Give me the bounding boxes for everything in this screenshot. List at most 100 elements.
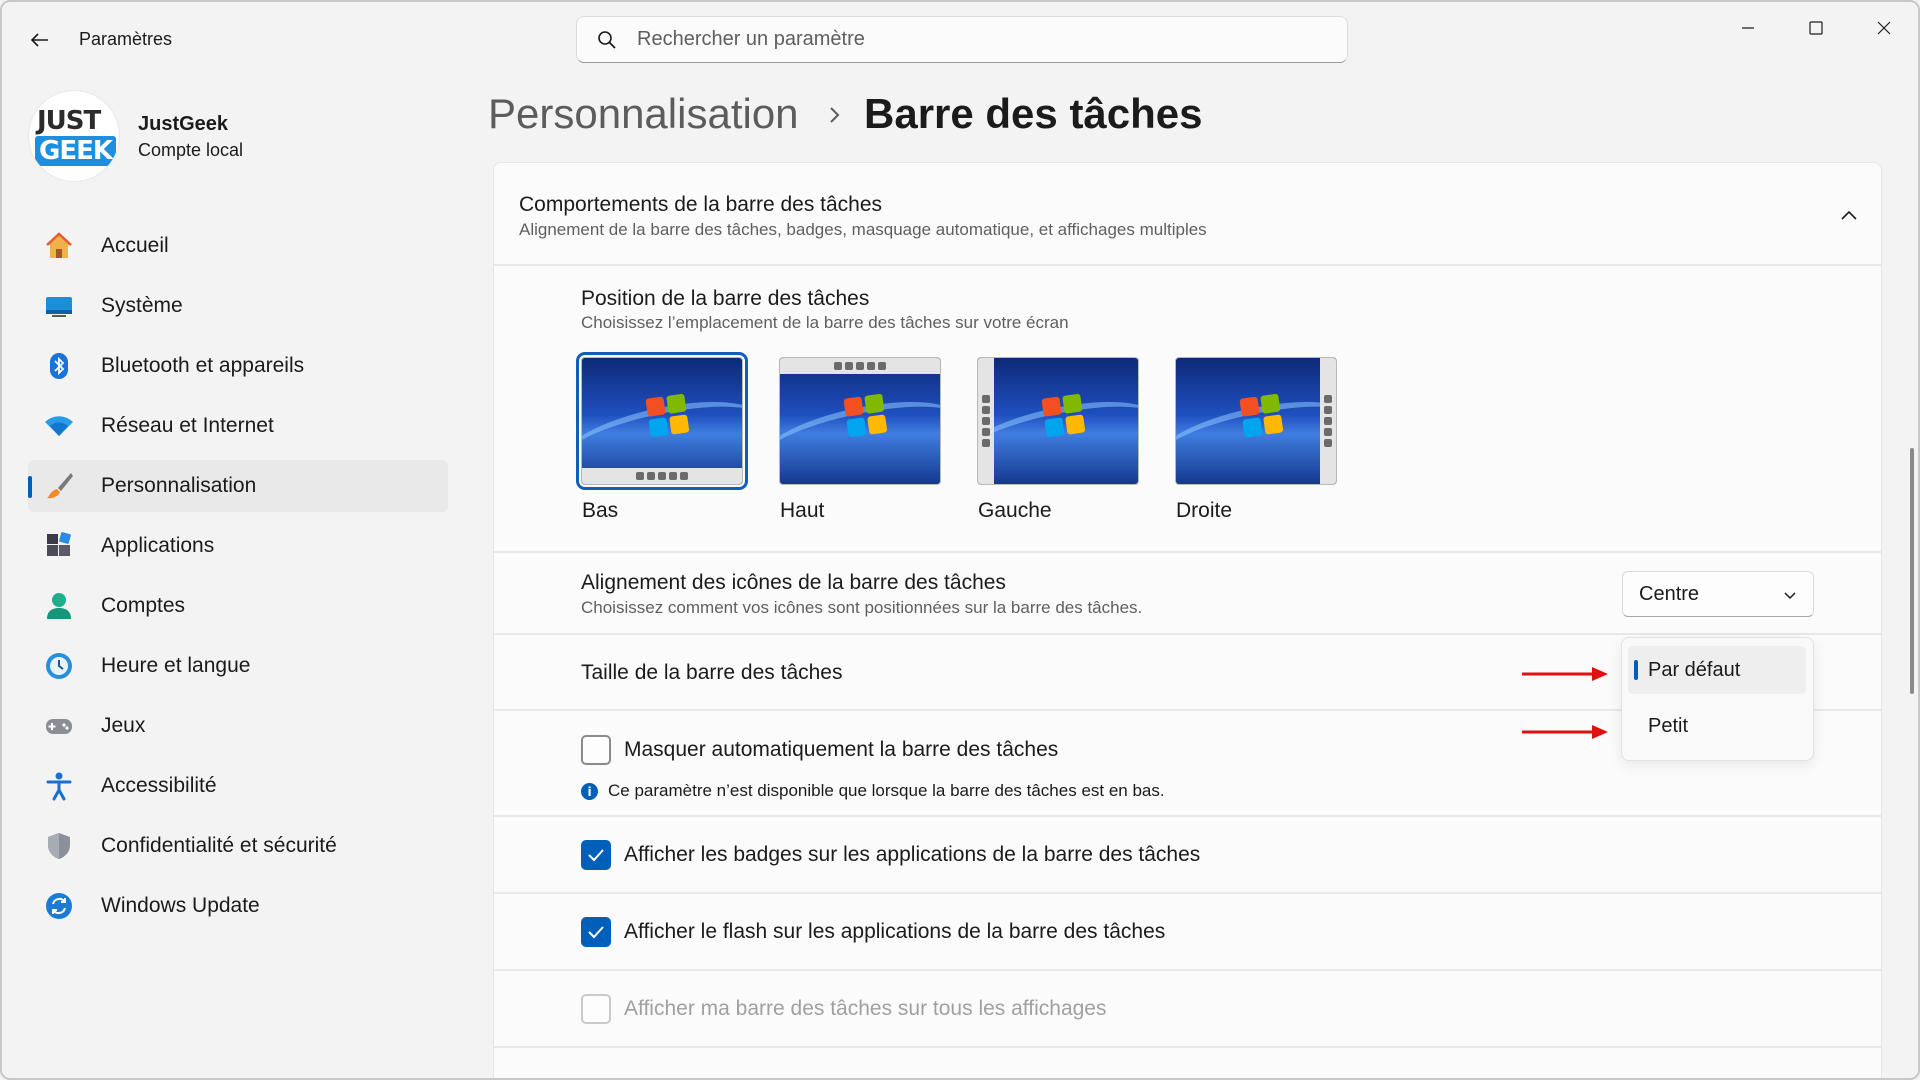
app-title: Paramètres — [79, 29, 173, 49]
sidebar-item-comptes[interactable]: Comptes — [28, 580, 448, 632]
alignment-title: Alignement des icônes de la barre des tâ… — [581, 571, 1006, 594]
clock-icon — [42, 649, 76, 683]
bluetooth-icon — [42, 349, 76, 383]
sidebar-item-label: Jeux — [101, 714, 146, 737]
size-dropdown-menu: Par défaut Petit — [1621, 637, 1814, 761]
account-name: JustGeek — [138, 113, 229, 135]
all-displays-checkbox[interactable] — [581, 994, 611, 1024]
next-row — [494, 1046, 1881, 1078]
alignment-subtitle: Choisissez comment vos icônes sont posit… — [581, 598, 1143, 617]
chevron-up-icon[interactable] — [1837, 203, 1861, 227]
badges-checkbox[interactable] — [581, 840, 611, 870]
sidebar-item-label: Confidentialité et sécurité — [101, 834, 337, 857]
account-type: Compte local — [138, 140, 244, 160]
autohide-checkbox[interactable] — [581, 735, 611, 765]
section-title: Comportements de la barre des tâches — [519, 193, 883, 216]
size-option-label: Par défaut — [1648, 658, 1741, 681]
position-option-right[interactable] — [1175, 357, 1337, 485]
sidebar-item-reseau[interactable]: Réseau et Internet — [28, 400, 448, 452]
back-arrow-icon — [30, 33, 48, 47]
sidebar-item-accueil[interactable]: Accueil — [28, 220, 448, 272]
alignment-dropdown[interactable]: Centre — [1622, 571, 1814, 617]
flash-label: Afficher le flash sur les applications d… — [624, 920, 1166, 943]
sidebar-nav: Accueil Système Bluetooth et appareils R… — [28, 220, 448, 940]
sidebar-item-personnalisation[interactable]: Personnalisation — [28, 460, 448, 512]
taskbar-behaviors-card: Comportements de la barre des tâches Ali… — [493, 162, 1882, 1078]
sidebar-item-label: Bluetooth et appareils — [101, 354, 305, 377]
position-title: Position de la barre des tâches — [581, 287, 870, 310]
minimize-icon — [1742, 27, 1754, 29]
sidebar-item-label: Comptes — [101, 594, 186, 617]
sidebar-item-confidentialite[interactable]: Confidentialité et sécurité — [28, 820, 448, 872]
search-box[interactable] — [576, 16, 1348, 63]
update-icon — [42, 889, 76, 923]
account-icon — [42, 589, 76, 623]
sidebar-item-label: Accessibilité — [101, 774, 217, 797]
avatar[interactable]: JUST GEEK — [28, 90, 120, 182]
sidebar-item-systeme[interactable]: Système — [28, 280, 448, 332]
sidebar-item-heure[interactable]: Heure et langue — [28, 640, 448, 692]
all-displays-label: Afficher ma barre des tâches sur tous le… — [624, 997, 1107, 1020]
section-subtitle: Alignement de la barre des tâches, badge… — [519, 220, 1207, 239]
sidebar-item-label: Windows Update — [101, 894, 260, 917]
close-icon — [1877, 21, 1891, 35]
all-displays-row: Afficher ma barre des tâches sur tous le… — [494, 969, 1881, 1046]
apps-icon — [42, 529, 76, 563]
annotation-arrow-icon — [1522, 725, 1608, 739]
close-button[interactable] — [1858, 12, 1910, 44]
brush-icon — [42, 469, 76, 503]
windows-logo-icon — [645, 393, 690, 438]
page-title: Barre des tâches — [864, 90, 1203, 137]
windows-logo-icon — [1239, 393, 1284, 438]
wifi-icon — [42, 409, 76, 443]
search-icon — [595, 28, 619, 52]
scrollbar[interactable] — [1910, 448, 1914, 694]
checkmark-icon — [588, 926, 604, 939]
sidebar-item-jeux[interactable]: Jeux — [28, 700, 448, 752]
home-icon — [42, 229, 76, 263]
sidebar-item-label: Système — [101, 294, 183, 317]
taskbar-preview — [1320, 358, 1336, 484]
flash-checkbox[interactable] — [581, 917, 611, 947]
maximize-button[interactable] — [1790, 12, 1842, 44]
windows-logo-icon — [843, 393, 888, 438]
size-option-label: Petit — [1648, 714, 1689, 737]
position-label-bottom: Bas — [582, 499, 619, 522]
accessibility-icon — [42, 769, 76, 803]
back-button[interactable] — [24, 26, 56, 54]
sidebar-item-windows-update[interactable]: Windows Update — [28, 880, 448, 932]
minimize-button[interactable] — [1722, 12, 1774, 44]
size-option-small[interactable]: Petit — [1628, 702, 1806, 750]
info-icon: i — [581, 783, 598, 800]
sidebar-item-label: Applications — [101, 534, 215, 557]
maximize-icon — [1809, 21, 1823, 35]
position-subtitle: Choisissez l’emplacement de la barre des… — [581, 313, 1069, 332]
autohide-info-text: Ce paramètre n’est disponible que lorsqu… — [608, 781, 1165, 800]
sidebar-item-applications[interactable]: Applications — [28, 520, 448, 572]
windows-logo-icon — [1041, 393, 1086, 438]
taskbar-preview — [978, 358, 994, 484]
chevron-down-icon — [1781, 586, 1799, 604]
breadcrumb-parent[interactable]: Personnalisation — [488, 90, 799, 138]
sidebar-item-accessibilite[interactable]: Accessibilité — [28, 760, 448, 812]
position-option-bottom[interactable] — [576, 352, 748, 490]
alignment-row: Alignement des icônes de la barre des tâ… — [494, 551, 1881, 633]
badges-row: Afficher les badges sur les applications… — [494, 815, 1881, 892]
position-option-top[interactable] — [779, 357, 941, 485]
position-label-left: Gauche — [978, 499, 1052, 522]
sidebar-item-bluetooth[interactable]: Bluetooth et appareils — [28, 340, 448, 392]
sidebar-item-label: Réseau et Internet — [101, 414, 274, 437]
sidebar-item-label: Personnalisation — [101, 474, 257, 497]
size-option-default[interactable]: Par défaut — [1628, 646, 1806, 694]
logo-line-2: GEEK — [35, 136, 117, 166]
flash-row: Afficher le flash sur les applications d… — [494, 892, 1881, 969]
annotation-arrow-icon — [1522, 667, 1608, 681]
sidebar-item-label: Heure et langue — [101, 654, 251, 677]
section-header[interactable]: Comportements de la barre des tâches Ali… — [494, 163, 1881, 266]
position-label-right: Droite — [1176, 499, 1233, 522]
search-input[interactable] — [637, 28, 1277, 51]
position-label-top: Haut — [780, 499, 825, 522]
position-option-left[interactable] — [977, 357, 1139, 485]
sidebar-item-label: Accueil — [101, 234, 169, 257]
chevron-right-icon — [820, 98, 850, 132]
